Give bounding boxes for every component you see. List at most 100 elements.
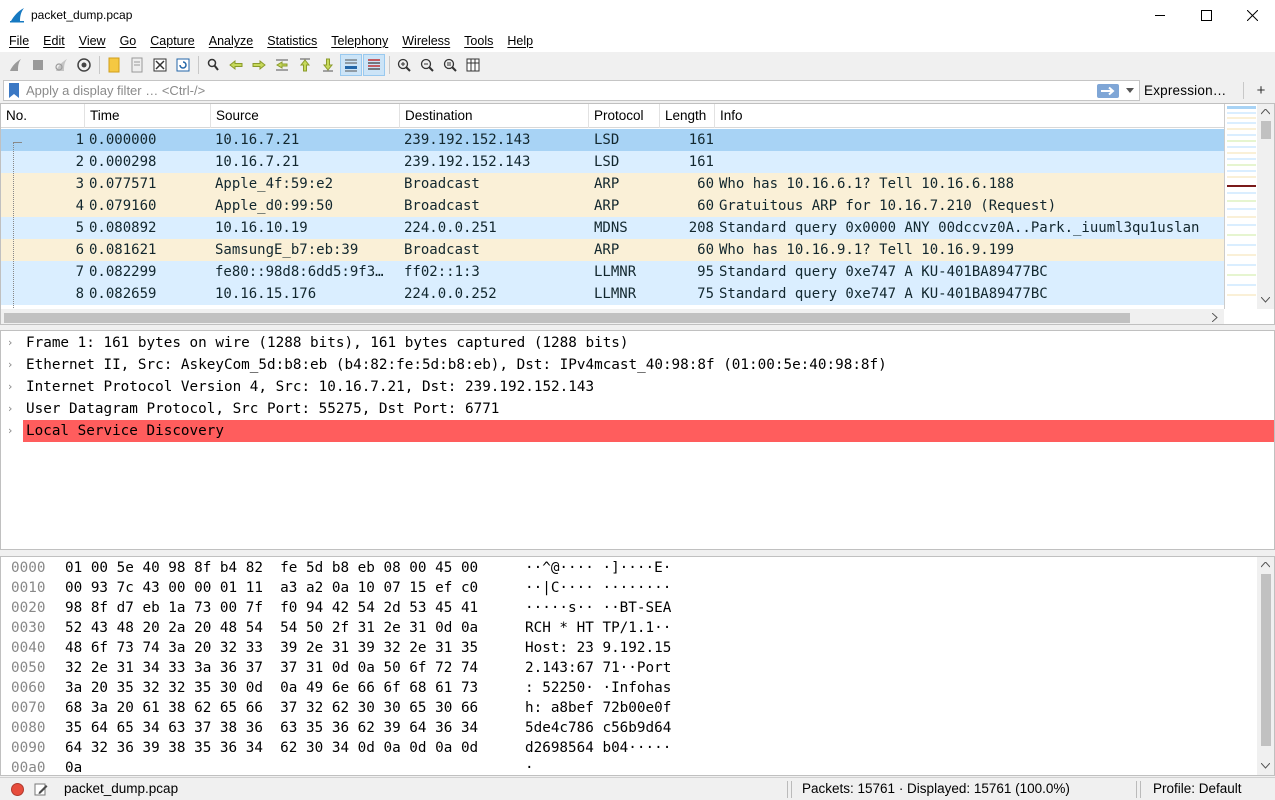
scroll-thumb[interactable] [1261, 121, 1271, 139]
menu-wireless[interactable]: Wireless [395, 34, 457, 48]
detail-tree-item[interactable]: › Internet Protocol Version 4, Src: 10.1… [1, 376, 1274, 398]
go-forward-button[interactable] [248, 54, 270, 76]
column-header-source[interactable]: Source [211, 104, 400, 128]
add-filter-button[interactable]: + [1250, 80, 1272, 101]
cell-destination: 239.192.152.143 [404, 154, 531, 170]
zoom-normal-button[interactable] [439, 54, 461, 76]
scroll-down-icon [1261, 763, 1270, 769]
filter-history-dropdown[interactable] [1123, 84, 1137, 98]
expand-chevron-icon[interactable]: › [8, 398, 18, 420]
autoscroll-icon [345, 59, 357, 72]
detail-text: User Datagram Protocol, Src Port: 55275,… [26, 401, 500, 417]
save-file-button[interactable] [126, 54, 148, 76]
packet-list-vertical-scrollbar[interactable] [1257, 104, 1274, 309]
expert-info-icon[interactable] [11, 783, 24, 796]
cell-time: 0.082659 [89, 286, 157, 302]
filter-bookmark-icon[interactable] [7, 82, 21, 99]
menu-telephony[interactable]: Telephony [324, 34, 395, 48]
capture-options-button[interactable] [73, 54, 95, 76]
menu-help[interactable]: Help [500, 34, 540, 48]
cell-source: 10.16.7.21 [215, 154, 300, 170]
maximize-button[interactable] [1183, 0, 1229, 30]
bytes-offset: 0040 [11, 640, 46, 656]
menu-capture[interactable]: Capture [143, 34, 201, 48]
cell-length: 208 [688, 220, 714, 236]
packet-row[interactable]: 6 0.081621 SamsungE_b7:eb:39 Broadcast A… [1, 239, 1224, 261]
packet-minimap[interactable] [1224, 104, 1257, 309]
scroll-thumb[interactable] [4, 313, 1130, 323]
stop-capture-icon [33, 60, 43, 70]
go-back-icon [229, 59, 243, 71]
window-title: packet_dump.pcap [31, 8, 133, 22]
bytes-ascii: · [525, 760, 534, 776]
expand-chevron-icon[interactable]: › [8, 376, 18, 398]
go-to-packet-button[interactable] [271, 54, 293, 76]
close-icon [1246, 9, 1258, 21]
menu-tools[interactable]: Tools [457, 34, 500, 48]
bytes-vertical-scrollbar[interactable] [1257, 557, 1274, 775]
close-button[interactable] [1229, 0, 1275, 30]
packet-list-horizontal-scrollbar[interactable] [1, 309, 1224, 324]
open-file-button[interactable] [103, 54, 125, 76]
expand-chevron-icon[interactable]: › [8, 354, 18, 376]
cell-source: SamsungE_b7:eb:39 [215, 242, 359, 258]
menu-file[interactable]: File [2, 34, 36, 48]
bytes-ascii: ··|C···· ········ [525, 580, 672, 596]
start-capture-button[interactable] [4, 54, 26, 76]
column-header-protocol[interactable]: Protocol [589, 104, 660, 128]
colorize-button[interactable] [363, 54, 385, 76]
go-back-button[interactable] [225, 54, 247, 76]
status-profile[interactable]: Profile: Default [1153, 778, 1242, 800]
menu-statistics[interactable]: Statistics [260, 34, 324, 48]
zoom-out-button[interactable] [416, 54, 438, 76]
packet-row[interactable]: 4 0.079160 Apple_d0:99:50 Broadcast ARP … [1, 195, 1224, 217]
reload-file-button[interactable] [172, 54, 194, 76]
cell-length: 60 [697, 176, 714, 192]
menu-edit[interactable]: Edit [36, 34, 72, 48]
close-file-button[interactable] [149, 54, 171, 76]
go-first-button[interactable] [294, 54, 316, 76]
menu-view[interactable]: View [72, 34, 113, 48]
apply-filter-arrow-icon[interactable] [1097, 83, 1119, 98]
stop-capture-button[interactable] [27, 54, 49, 76]
find-packet-button[interactable] [202, 54, 224, 76]
expand-chevron-icon[interactable]: › [8, 332, 18, 354]
cell-source: 10.16.10.19 [215, 220, 308, 236]
packet-row[interactable]: 2 0.000298 10.16.7.21 239.192.152.143 LS… [1, 151, 1224, 173]
bytes-ascii: ·····s·· ··BT-SEA [525, 600, 672, 616]
display-filter-input[interactable] [26, 81, 1097, 100]
packet-row[interactable]: 1 0.000000 10.16.7.21 239.192.152.143 LS… [1, 129, 1224, 151]
cell-length: 60 [697, 242, 714, 258]
detail-tree-item[interactable]: › Frame 1: 161 bytes on wire (1288 bits)… [1, 332, 1274, 354]
detail-tree-item-selected[interactable]: › Local Service Discovery [1, 420, 1274, 442]
detail-tree-item[interactable]: › User Datagram Protocol, Src Port: 5527… [1, 398, 1274, 420]
capture-comment-icon[interactable] [34, 782, 48, 796]
autoscroll-button[interactable] [340, 54, 362, 76]
expression-button[interactable]: Expression… [1144, 80, 1226, 101]
resize-columns-button[interactable] [462, 54, 484, 76]
menu-analyze[interactable]: Analyze [202, 34, 260, 48]
column-header-no[interactable]: No. [1, 104, 85, 128]
expand-chevron-icon[interactable]: › [8, 420, 18, 442]
packet-row[interactable]: 7 0.082299 fe80::98d8:6dd5:9f3… ff02::1:… [1, 261, 1224, 283]
packet-row[interactable]: 5 0.080892 10.16.10.19 224.0.0.251 MDNS … [1, 217, 1224, 239]
cell-length: 60 [697, 198, 714, 214]
restart-capture-button[interactable] [50, 54, 72, 76]
minimize-button[interactable] [1137, 0, 1183, 30]
go-last-button[interactable] [317, 54, 339, 76]
packet-row[interactable]: 3 0.077571 Apple_4f:59:e2 Broadcast ARP … [1, 173, 1224, 195]
zoom-in-button[interactable] [393, 54, 415, 76]
zoom-normal-icon [443, 58, 457, 72]
cell-info: Gratuitous ARP for 10.16.7.210 (Request) [719, 198, 1057, 214]
column-header-info[interactable]: Info [715, 104, 1224, 128]
column-header-destination[interactable]: Destination [400, 104, 589, 128]
detail-text: Ethernet II, Src: AskeyCom_5d:b8:eb (b4:… [26, 357, 887, 373]
cell-time: 0.077571 [89, 176, 157, 192]
open-file-icon [108, 57, 120, 73]
column-header-length[interactable]: Length [660, 104, 715, 128]
packet-row[interactable]: 8 0.082659 10.16.15.176 224.0.0.252 LLMN… [1, 283, 1224, 305]
scroll-thumb[interactable] [1261, 574, 1271, 746]
detail-tree-item[interactable]: › Ethernet II, Src: AskeyCom_5d:b8:eb (b… [1, 354, 1274, 376]
column-header-time[interactable]: Time [85, 104, 211, 128]
menu-go[interactable]: Go [113, 34, 144, 48]
